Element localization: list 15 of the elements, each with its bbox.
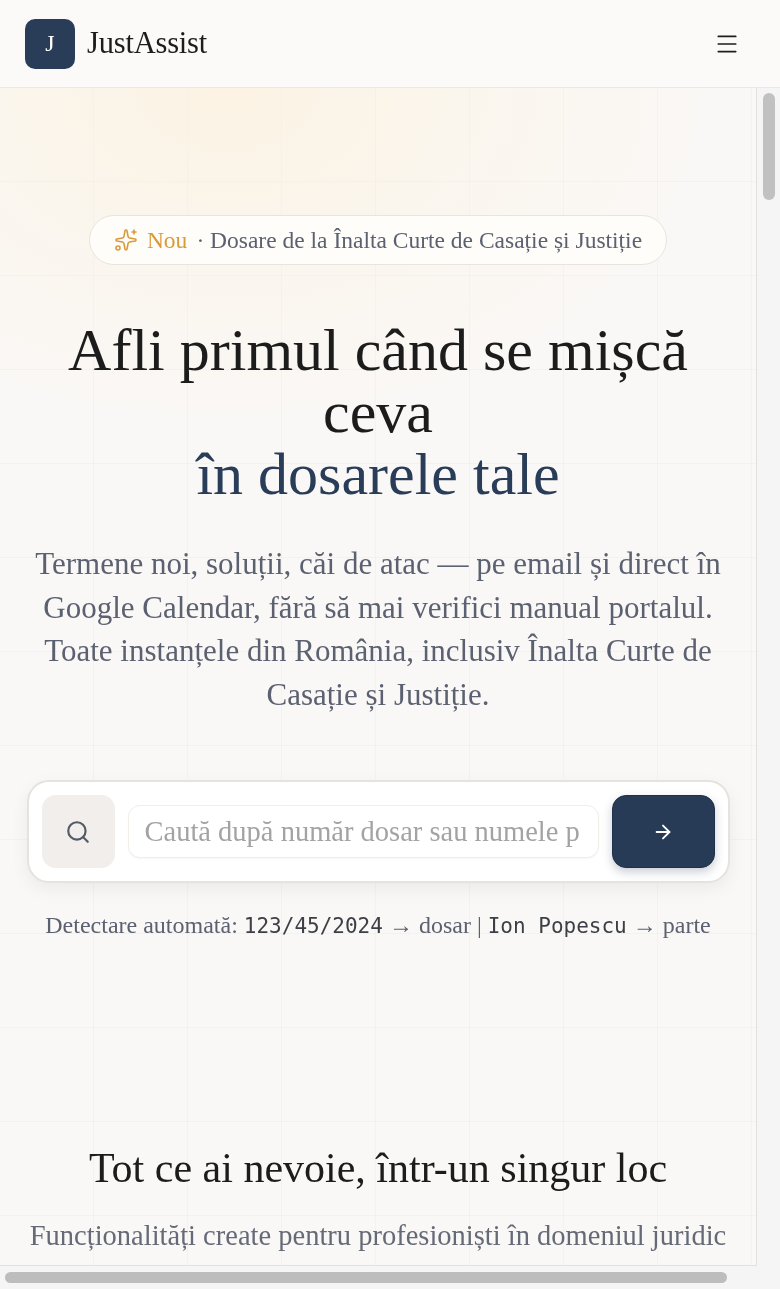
hero-description: Termene noi, soluții, căi de atac — pe email și direct în Google Calendar, fără să mai verifici manual portalul. Toate instanțele din România, inclusiv Înalta Curte de Casație și Justiție. — [34, 545, 722, 714]
search-icon — [41, 795, 115, 868]
hero-heading: Afli primul când se mișcă ceva în dosarele tale — [67, 319, 689, 505]
features-heading: Tot ce ai nevoie, într-un singur loc — [88, 1144, 668, 1192]
search-field[interactable]: Caută după număr dosar sau numele p — [127, 805, 599, 858]
badge-text: · Dosare de la Înalta Curte de Casație și Justiție — [196, 226, 643, 254]
logo[interactable]: J — [25, 18, 75, 69]
new-label: Nou — [146, 226, 188, 254]
sparkles-icon — [113, 228, 138, 252]
features-subtitle: Funcționalități create pentru profesioniști în domeniul juridic — [29, 1219, 727, 1253]
search-submit-button[interactable] — [611, 795, 715, 868]
detection-hint: Detectare automată: 123/45/2024 → dosar | Ion Popescu → parte — [45, 911, 711, 940]
scrollbar-thumb[interactable] — [5, 1272, 727, 1283]
brand-name: JustAssist — [87, 26, 208, 61]
scrollbar-thumb[interactable] — [763, 93, 775, 200]
